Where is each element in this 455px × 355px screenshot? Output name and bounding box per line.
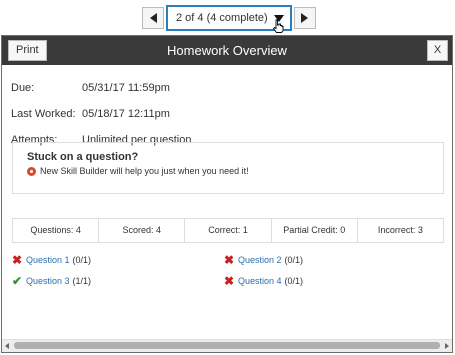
incorrect-x-icon: ✖ (224, 273, 235, 288)
question-row: ✔ Question 3 (1/1) ✖ Question 4 (0/1) (12, 270, 432, 291)
correct-count: Correct: 1 (184, 219, 270, 242)
close-button[interactable]: X (427, 40, 448, 61)
incorrect-x-icon: ✖ (12, 252, 23, 267)
skill-builder-panel: Stuck on a question? New Skill Builder w… (12, 142, 444, 194)
list-item: ✖ Question 2 (0/1) (224, 253, 303, 267)
questions-count: Questions: 4 (30, 225, 81, 235)
scroll-left-icon[interactable] (5, 343, 9, 349)
question-3-link[interactable]: Question 3 (26, 276, 70, 286)
question-selector[interactable]: 2 of 4 (4 complete) (166, 5, 292, 33)
skill-builder-message: New Skill Builder will help you just whe… (40, 166, 249, 176)
previous-question-button[interactable] (142, 7, 164, 29)
question-2-score: (0/1) (284, 254, 304, 265)
scrollbar-thumb[interactable] (14, 342, 440, 349)
last-worked-label: Last Worked: (11, 108, 76, 120)
homework-overview-dialog: Homework Overview Print X Due: 05/31/17 … (1, 35, 453, 353)
question-selector-label: 2 of 4 (4 complete) (176, 12, 268, 24)
last-worked-value: 05/18/17 12:11pm (82, 108, 170, 120)
question-4-link[interactable]: Question 4 (238, 276, 282, 286)
skill-builder-icon (27, 166, 36, 176)
next-question-button[interactable] (293, 7, 316, 29)
list-item: ✔ Question 3 (1/1) (12, 274, 224, 288)
arrow-right-icon (301, 13, 309, 23)
correct-check-icon: ✔ (12, 273, 23, 288)
question-3-score: (1/1) (72, 275, 92, 286)
due-row: Due: 05/31/17 11:59pm (11, 75, 191, 101)
scroll-right-icon[interactable] (445, 343, 449, 349)
dialog-header: Homework Overview Print X (2, 36, 452, 65)
last-worked-row: Last Worked: 05/18/17 12:11pm (11, 101, 191, 127)
score-summary: Questions: 4 Scored: 4 Correct: 1 Partia… (12, 218, 444, 243)
question-2-link[interactable]: Question 2 (238, 255, 282, 265)
stuck-title: Stuck on a question? (27, 151, 139, 163)
question-navigator: 2 of 4 (4 complete) (142, 5, 316, 33)
dialog-title: Homework Overview (167, 43, 287, 58)
list-item: ✖ Question 4 (0/1) (224, 274, 303, 288)
incorrect-count: Incorrect: 3 (356, 219, 443, 242)
due-label: Due: (11, 82, 35, 94)
question-1-link[interactable]: Question 1 (26, 255, 70, 265)
question-1-score: (0/1) (72, 254, 92, 265)
list-item: ✖ Question 1 (0/1) (12, 253, 224, 267)
partial-credit-count: Partial Credit: 0 (270, 219, 357, 242)
question-4-score: (0/1) (284, 275, 304, 286)
horizontal-scrollbar[interactable] (2, 339, 452, 352)
due-value: 05/31/17 11:59pm (82, 82, 170, 94)
scored-count: Scored: 4 (98, 219, 184, 242)
print-button[interactable]: Print (8, 40, 47, 61)
question-row: ✖ Question 1 (0/1) ✖ Question 2 (0/1) (12, 249, 432, 270)
incorrect-x-icon: ✖ (224, 252, 235, 267)
question-list: ✖ Question 1 (0/1) ✖ Question 2 (0/1) ✔ … (12, 249, 432, 291)
arrow-left-icon (149, 13, 157, 23)
skill-builder-link[interactable]: New Skill Builder will help you just whe… (27, 166, 443, 176)
hand-cursor-icon (272, 19, 284, 33)
